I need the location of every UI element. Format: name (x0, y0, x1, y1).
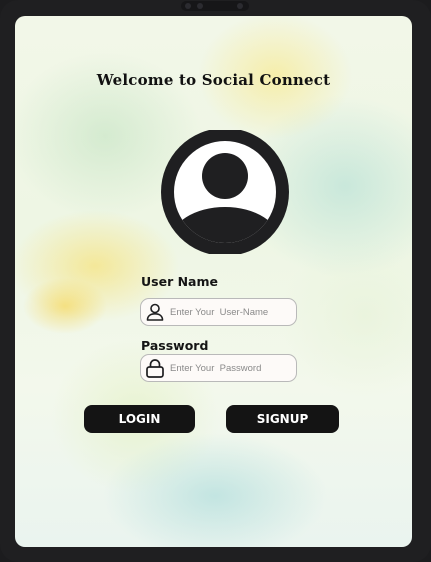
password-field[interactable] (140, 354, 297, 382)
user-icon (146, 303, 164, 321)
login-button[interactable]: LOGIN (84, 405, 195, 433)
camera-dot (185, 3, 191, 9)
username-input[interactable] (170, 303, 292, 321)
password-input[interactable] (170, 359, 292, 377)
camera-dot (197, 3, 203, 9)
login-screen: Welcome to Social Connect User Name Pass… (15, 16, 412, 547)
camera-dot (237, 3, 243, 9)
username-label: User Name (141, 274, 218, 289)
lock-icon (146, 359, 164, 378)
password-label: Password (141, 338, 209, 353)
user-avatar-icon (161, 130, 289, 254)
signup-button[interactable]: SIGNUP (226, 405, 339, 433)
page-title: Welcome to Social Connect (96, 71, 331, 89)
tablet-frame: Welcome to Social Connect User Name Pass… (0, 0, 431, 562)
username-field[interactable] (140, 298, 297, 326)
camera-bar (181, 1, 249, 11)
